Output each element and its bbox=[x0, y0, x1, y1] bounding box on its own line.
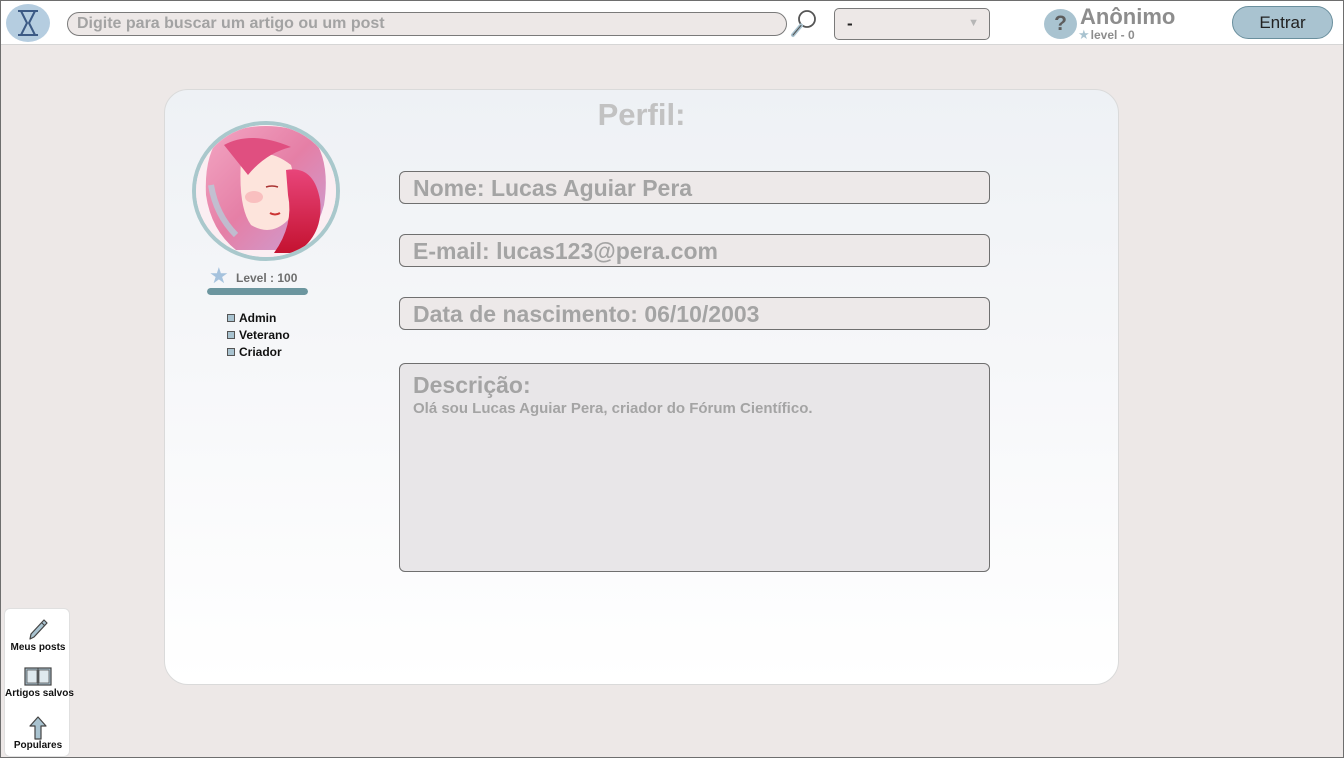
nav-popular[interactable]: Populares bbox=[5, 716, 71, 751]
badge-list: Admin Veterano Criador bbox=[227, 309, 290, 360]
badge-square-icon bbox=[227, 330, 235, 339]
badge-label: Admin bbox=[239, 310, 277, 325]
email-field[interactable]: E-mail: lucas123@pera.com bbox=[399, 234, 990, 267]
login-button[interactable]: Entrar bbox=[1232, 6, 1333, 39]
category-dropdown[interactable]: - ▼ bbox=[834, 8, 990, 40]
top-bar: - ▼ ? Anônimo ★level - 0 Entrar bbox=[1, 1, 1343, 45]
page-title: Perfil: bbox=[597, 97, 686, 132]
badge-square-icon bbox=[227, 347, 235, 356]
user-level: ★level - 0 bbox=[1078, 27, 1135, 43]
badge-square-icon bbox=[227, 313, 235, 322]
help-button[interactable]: ? bbox=[1044, 9, 1077, 39]
level-progress-bar bbox=[207, 288, 308, 295]
search-input[interactable] bbox=[67, 12, 787, 36]
birthdate-field[interactable]: Data de nascimento: 06/10/2003 bbox=[399, 297, 990, 330]
nav-label: Artigos salvos bbox=[5, 688, 74, 699]
nav-my-posts[interactable]: Meus posts bbox=[5, 618, 71, 653]
level-progress-fill bbox=[207, 288, 308, 295]
pencil-icon bbox=[29, 619, 48, 640]
hourglass-logo-icon[interactable] bbox=[6, 4, 50, 42]
search-icon[interactable] bbox=[790, 7, 820, 39]
arrow-up-icon bbox=[29, 716, 47, 740]
description-field[interactable]: Descrição: Olá sou Lucas Aguiar Pera, cr… bbox=[399, 363, 990, 572]
dropdown-selected-value: - bbox=[847, 14, 853, 33]
badge-label: Veterano bbox=[239, 327, 290, 342]
star-icon: ★ bbox=[1078, 27, 1090, 42]
badge-item: Criador bbox=[227, 343, 290, 360]
nav-label: Meus posts bbox=[10, 642, 66, 653]
chevron-down-icon: ▼ bbox=[968, 17, 979, 29]
profile-card: Perfil: ★ Level: 100 Admin Veterano Cri… bbox=[164, 89, 1119, 685]
level-text: Level : 100 bbox=[236, 271, 298, 285]
name-field[interactable]: Nome: Lucas Aguiar Pera bbox=[399, 171, 990, 204]
star-icon: ★ bbox=[209, 263, 229, 288]
description-label: Descrição: bbox=[413, 372, 531, 398]
nav-saved-articles[interactable]: Artigos salvos bbox=[5, 666, 74, 699]
nav-label: Populares bbox=[13, 740, 63, 751]
badge-item: Veterano bbox=[227, 326, 290, 343]
side-nav: Meus posts Artigos salvos Populares bbox=[4, 608, 74, 757]
description-text: Olá sou Lucas Aguiar Pera, criador do Fó… bbox=[413, 400, 813, 417]
user-level-text: level - 0 bbox=[1090, 28, 1135, 42]
open-book-icon bbox=[24, 667, 52, 686]
badge-item: Admin bbox=[227, 309, 290, 326]
badge-label: Criador bbox=[239, 344, 282, 359]
avatar[interactable] bbox=[192, 121, 340, 261]
